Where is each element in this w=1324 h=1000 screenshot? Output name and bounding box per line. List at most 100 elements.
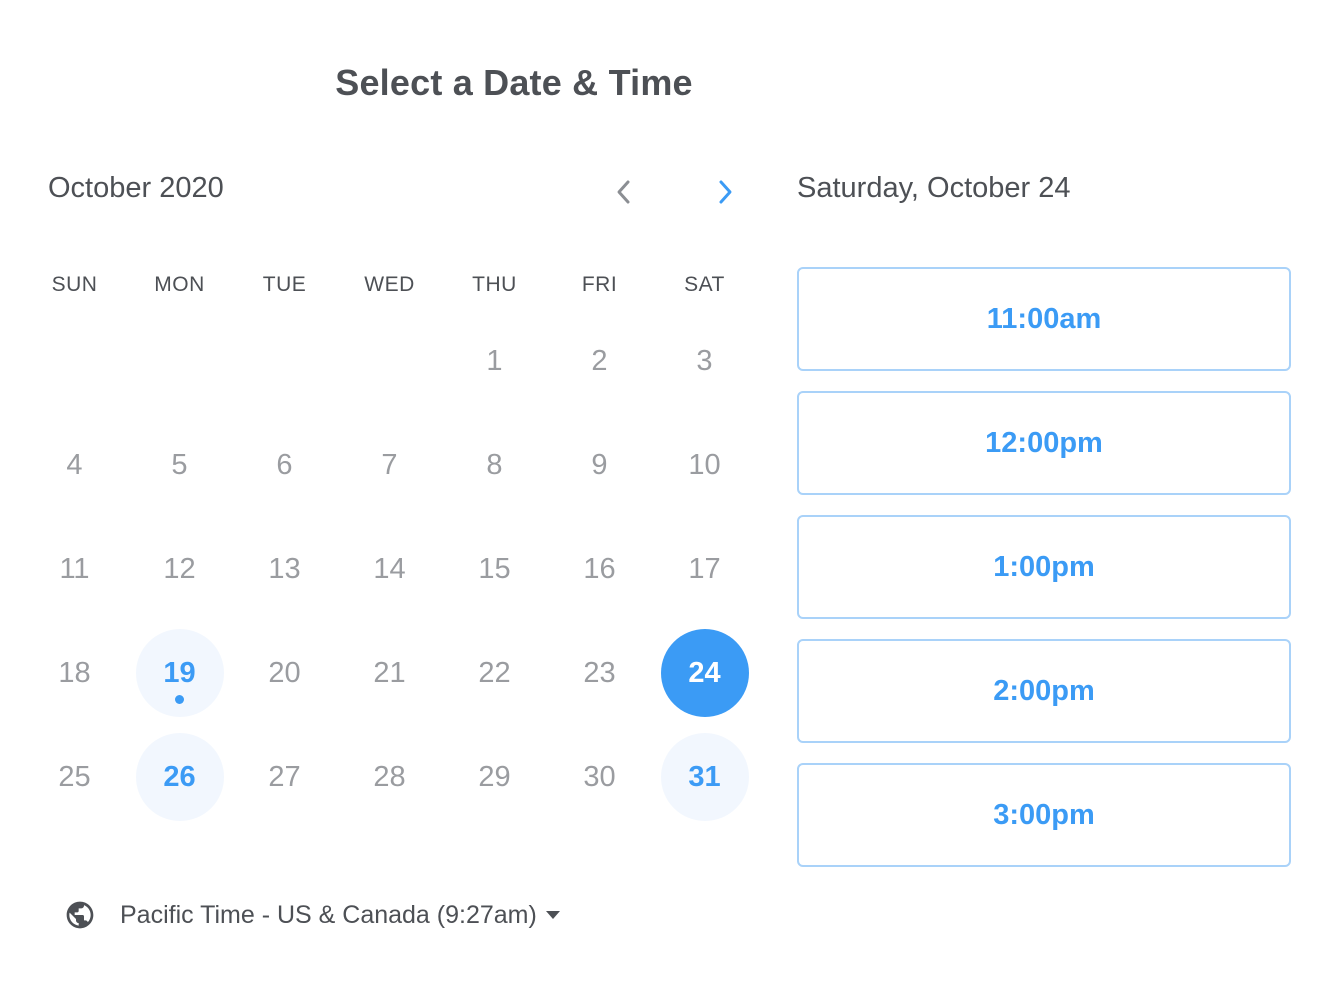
calendar-day-label: 7: [381, 448, 398, 481]
calendar-cell: 6: [232, 413, 337, 517]
month-label: October 2020: [48, 172, 224, 204]
calendar-day: 7: [346, 421, 434, 509]
globe-icon: [66, 901, 94, 929]
weekday-label: FRI: [581, 273, 618, 296]
calendar-day-label: 11: [59, 552, 90, 585]
calendar-cell: 25: [22, 725, 127, 829]
calendar-cell: 9: [547, 413, 652, 517]
previous-month-button[interactable]: [604, 172, 644, 212]
calendar-cell: 8: [442, 413, 547, 517]
calendar-day-label: 3: [696, 344, 713, 377]
calendar-cell: 15: [442, 517, 547, 621]
calendar-day-label: 30: [583, 760, 616, 793]
chevron-left-icon: [617, 180, 630, 204]
next-month-button[interactable]: [705, 172, 745, 212]
calendar-day-label: 16: [583, 552, 616, 585]
page-title: Select a Date & Time: [335, 62, 693, 103]
calendar-cell: 14: [337, 517, 442, 621]
calendar-day: 27: [241, 733, 329, 821]
calendar-empty-cell: [232, 309, 337, 413]
calendar-day-selected[interactable]: 24: [660, 629, 749, 717]
timezone-label: Pacific Time - US & Canada (9:27am): [120, 900, 537, 929]
calendar-day-label: 18: [58, 656, 91, 689]
time-slot-button[interactable]: 1:00pm: [797, 515, 1291, 619]
calendar-day-label: 4: [66, 448, 83, 481]
time-slot-button[interactable]: 2:00pm: [797, 639, 1291, 743]
calendar-day: 13: [241, 525, 329, 613]
calendar-day-label: 26: [163, 760, 196, 793]
calendar-day-label: 20: [268, 656, 301, 689]
calendar-day: 22: [451, 629, 539, 717]
calendar-day: 15: [451, 525, 539, 613]
calendar-day: 21: [346, 629, 434, 717]
weekday-label: MON: [154, 273, 205, 296]
calendar-day-label: 31: [688, 760, 721, 793]
calendar-cell: 24: [652, 621, 757, 725]
calendar-cell: 12: [127, 517, 232, 621]
calendar-day: 28: [346, 733, 434, 821]
calendar-day: 16: [556, 525, 644, 613]
calendar-cell: 20: [232, 621, 337, 725]
calendar-day: 11: [31, 525, 119, 613]
calendar-day-label: 6: [276, 448, 293, 481]
calendar-cell: 23: [547, 621, 652, 725]
calendar-day-label: 22: [478, 656, 511, 689]
calendar-day: 8: [451, 421, 539, 509]
calendar-day-label: 21: [373, 656, 406, 689]
calendar-day: 20: [241, 629, 329, 717]
calendar-day-label: 19: [163, 656, 196, 689]
calendar-day: 30: [556, 733, 644, 821]
calendar-day: 9: [556, 421, 644, 509]
calendar-cell: 22: [442, 621, 547, 725]
weekday-label: WED: [364, 273, 415, 296]
calendar-day-label: 15: [478, 552, 511, 585]
caret-down-icon: [545, 911, 560, 919]
weekday-label: SAT: [684, 273, 725, 296]
calendar-cell: 27: [232, 725, 337, 829]
calendar-cell: 2: [547, 309, 652, 413]
calendar-empty-cell: [22, 309, 127, 413]
calendar-cell: 3: [652, 309, 757, 413]
weekday-header: SUN MON TUE WED THU FRI SAT: [22, 273, 758, 297]
time-slot-button[interactable]: 11:00am: [797, 267, 1291, 371]
calendar-day-label: 27: [268, 760, 301, 793]
calendar-day-label: 12: [163, 552, 196, 585]
calendar-cell: 13: [232, 517, 337, 621]
calendar-day: 5: [136, 421, 224, 509]
chevron-right-icon: [719, 180, 732, 204]
calendar-day: 4: [31, 421, 119, 509]
calendar-cell: 19: [127, 621, 232, 725]
calendar-day-available[interactable]: 19: [135, 629, 224, 717]
calendar-cell: 16: [547, 517, 652, 621]
calendar-day-label: 23: [583, 656, 616, 689]
calendar-cell: 28: [337, 725, 442, 829]
calendar-cell: 7: [337, 413, 442, 517]
timezone-selector[interactable]: Pacific Time - US & Canada (9:27am): [64, 899, 561, 931]
calendar-day-available[interactable]: 31: [660, 733, 749, 821]
calendar-day-label: 8: [486, 448, 503, 481]
weekday-label: THU: [472, 273, 517, 296]
calendar-grid: 1 2 3 4 5 6 7 8 9 10 11 12 13 14 15 16 17 18 19 20 21 22 23 24 2…: [22, 309, 757, 829]
time-slot-button[interactable]: 3:00pm: [797, 763, 1291, 867]
calendar-day-label: 2: [591, 344, 608, 377]
calendar-empty-cell: [127, 309, 232, 413]
calendar-cell: 26: [127, 725, 232, 829]
calendar-day-label: 13: [268, 552, 301, 585]
calendar-day: 14: [346, 525, 434, 613]
weekday-label: TUE: [262, 273, 307, 296]
calendar-day: 18: [31, 629, 119, 717]
calendar-cell: 29: [442, 725, 547, 829]
selected-date-heading: Saturday, October 24: [797, 172, 1071, 204]
calendar-cell: 1: [442, 309, 547, 413]
calendar-day-available[interactable]: 26: [135, 733, 224, 821]
calendar-day: 10: [661, 421, 749, 509]
weekday-label: SUN: [51, 273, 98, 296]
calendar-day-label: 17: [688, 552, 721, 585]
time-slot-button[interactable]: 12:00pm: [797, 391, 1291, 495]
time-slot-list: 11:00am 12:00pm 1:00pm 2:00pm 3:00pm: [797, 267, 1291, 887]
calendar-day-label: 10: [688, 448, 721, 481]
calendar-cell: 4: [22, 413, 127, 517]
calendar-empty-cell: [337, 309, 442, 413]
calendar-day: 29: [451, 733, 539, 821]
calendar-cell: 30: [547, 725, 652, 829]
